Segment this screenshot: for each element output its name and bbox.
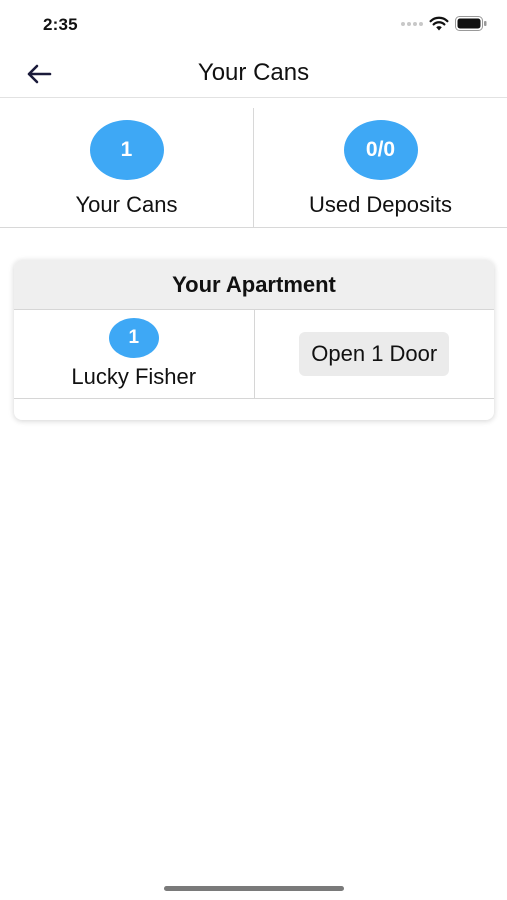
apartment-card: Your Apartment 1 Lucky Fisher Open 1 Doo… [14,260,494,420]
status-time: 2:35 [43,15,78,34]
cellular-signal-icon [401,21,423,26]
screen: 2:35 Your Cans 1 Your Cans 0/0 Used Depo… [0,0,507,900]
stats-row: 1 Your Cans 0/0 Used Deposits [0,108,507,228]
stat-label: Used Deposits [308,192,453,217]
status-icons [401,16,487,31]
member-name: Lucky Fisher [71,364,197,389]
stat-your-cans: 1 Your Cans [0,108,253,227]
stat-value-badge: 1 [89,120,164,180]
page-title: Your Cans [197,59,310,86]
member-cell: 1 Lucky Fisher [14,310,254,398]
stat-label: Your Cans [75,192,178,217]
nav-header: Your Cans [0,50,507,98]
member-can-count-badge: 1 [108,318,159,358]
status-bar: 2:35 [0,0,507,50]
apartment-member-row: 1 Lucky Fisher Open 1 Door [14,310,494,399]
apartment-card-title: Your Apartment [14,260,494,310]
home-indicator[interactable] [164,886,344,891]
battery-icon [455,16,487,31]
stat-used-deposits: 0/0 Used Deposits [253,108,507,227]
wifi-icon [429,16,449,31]
stat-value-badge: 0/0 [343,120,418,180]
action-cell: Open 1 Door [253,310,495,398]
open-door-button[interactable]: Open 1 Door [299,332,450,376]
